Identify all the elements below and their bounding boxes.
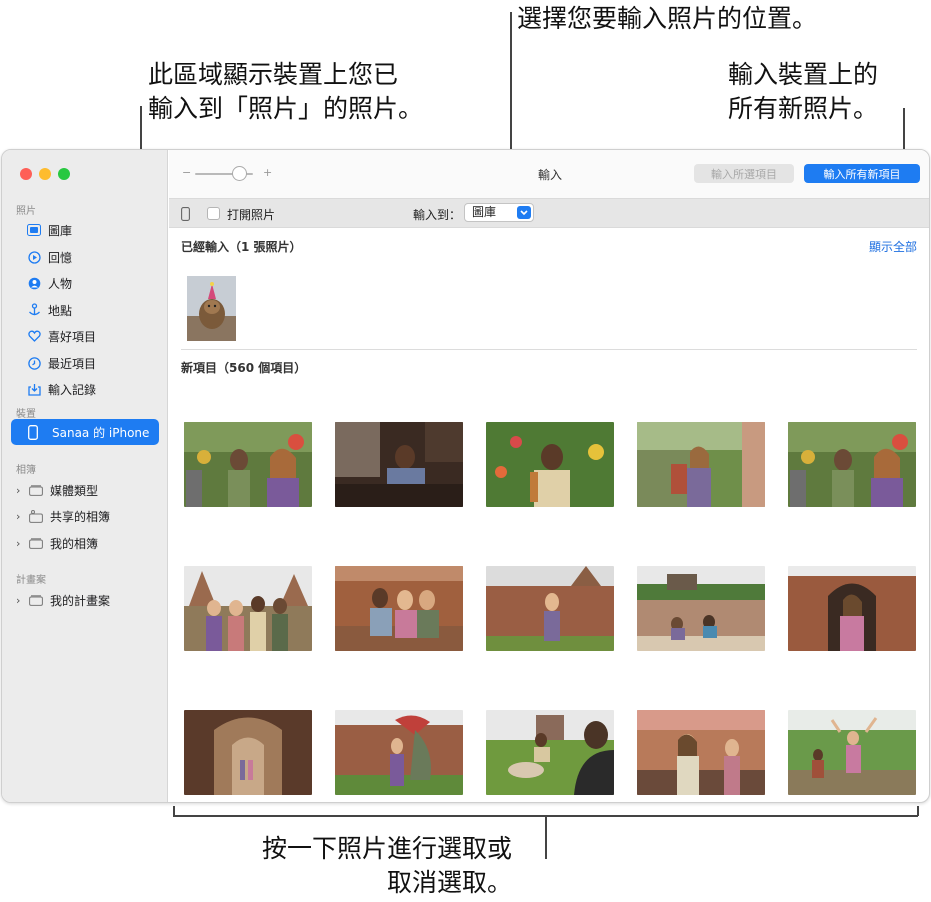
chevron-right-icon[interactable]: › (16, 537, 26, 550)
clock-icon (26, 355, 42, 371)
photo-thumbnail[interactable] (486, 710, 614, 795)
chevron-down-icon (517, 206, 531, 219)
sidebar-item-label: 我的計畫案 (50, 593, 111, 608)
imported-photo-thumbnail[interactable] (187, 276, 236, 341)
sidebar-section-photos: 照片 (16, 206, 36, 217)
callout-import-destination: 選擇您要輸入照片的位置。 (517, 4, 818, 33)
sidebar-item-label: 媒體類型 (50, 483, 99, 498)
import-destination-value: 圖庫 (472, 205, 497, 219)
photo-thumbnail[interactable] (637, 710, 765, 795)
callout-line-bottom (545, 815, 547, 859)
sidebar-item-favorites[interactable]: 喜好項目 (26, 325, 96, 347)
zoom-slider-knob[interactable] (232, 166, 247, 181)
sidebar-item-shared-albums[interactable]: › 共享的相簿 (16, 505, 110, 527)
callout-select-photos: 按一下照片進行選取或 取消選取。 (262, 832, 512, 900)
import-selected-button[interactable]: 輸入所選項目 (694, 164, 794, 183)
sidebar-item-label: 最近項目 (48, 356, 97, 371)
import-options-bar: 打開照片 輸入到： 圖庫 (169, 198, 929, 228)
photo-thumbnail[interactable] (637, 422, 765, 507)
import-to-label: 輸入到： (413, 208, 462, 222)
photo-thumbnail[interactable] (184, 422, 312, 507)
sidebar-item-label: 共享的相簿 (50, 509, 111, 524)
photo-thumbnail[interactable] (335, 566, 463, 651)
sidebar-item-library[interactable]: 圖庫 (26, 219, 72, 241)
sidebar-item-label: 人物 (48, 276, 73, 291)
callout-select-photos-line1: 按一下照片進行選取或 (262, 834, 513, 863)
sidebar-item-imports[interactable]: 輸入記錄 (26, 378, 96, 400)
close-window-button[interactable] (20, 168, 32, 180)
iphone-icon (28, 424, 44, 440)
section-divider (181, 349, 917, 350)
library-icon (26, 222, 42, 238)
memories-icon (26, 249, 42, 265)
zoom-out-icon[interactable]: − (182, 166, 191, 179)
import-all-new-button[interactable]: 輸入所有新項目 (804, 164, 920, 183)
sidebar-item-my-projects[interactable]: › 我的計畫案 (16, 589, 110, 611)
zoom-window-button[interactable] (58, 168, 70, 180)
chevron-right-icon[interactable]: › (16, 484, 26, 497)
photo-thumbnail[interactable] (788, 422, 916, 507)
chevron-right-icon[interactable]: › (16, 510, 26, 523)
people-icon (26, 275, 42, 291)
toolbar-title: 輸入 (538, 168, 563, 182)
sidebar-item-media-types[interactable]: › 媒體類型 (16, 479, 98, 501)
callout-import-all-line1: 輸入裝置上的 (728, 60, 879, 89)
sidebar: 照片 圖庫 回憶 人物 地點 喜好項目 最近項目 輸入記錄 裝置 Sanaa 的… (2, 150, 168, 802)
callout-already-imported-line2: 輸入到「照片」的照片。 (148, 94, 424, 123)
callout-bracket-bottom-right (917, 806, 919, 816)
toolbar: − + 輸入 輸入所選項目 輸入所有新項目 (169, 150, 929, 198)
sidebar-item-people[interactable]: 人物 (26, 272, 72, 294)
sidebar-item-places[interactable]: 地點 (26, 299, 72, 321)
photo-thumbnail[interactable] (184, 566, 312, 651)
show-all-link[interactable]: 顯示全部 (869, 238, 917, 255)
sidebar-item-device-iphone[interactable]: Sanaa 的 iPhone (11, 419, 159, 445)
sidebar-item-memories[interactable]: 回憶 (26, 246, 72, 268)
photo-thumbnail[interactable] (184, 710, 312, 795)
sidebar-item-label: Sanaa 的 iPhone (52, 425, 150, 440)
open-photos-checkbox[interactable] (207, 207, 220, 220)
sidebar-item-label: 圖庫 (48, 223, 73, 238)
photo-thumbnail[interactable] (335, 422, 463, 507)
sidebar-item-label: 喜好項目 (48, 329, 97, 344)
new-items-heading: 新項目（560 個項目） (181, 361, 307, 375)
sidebar-item-my-albums[interactable]: › 我的相簿 (16, 532, 98, 554)
sidebar-item-label: 我的相簿 (50, 536, 99, 551)
import-destination-select[interactable]: 圖庫 (464, 203, 534, 222)
zoom-in-icon[interactable]: + (263, 166, 272, 179)
photo-thumbnail[interactable] (788, 566, 916, 651)
folder-icon (28, 592, 44, 608)
sidebar-item-recents[interactable]: 最近項目 (26, 352, 96, 374)
heart-icon (26, 328, 42, 344)
callout-select-photos-line2: 取消選取。 (387, 868, 513, 897)
photo-thumbnail[interactable] (486, 422, 614, 507)
places-icon (26, 302, 42, 318)
sidebar-item-label: 輸入記錄 (48, 382, 97, 397)
photo-thumbnail[interactable] (486, 566, 614, 651)
callout-bracket-bottom-left (173, 806, 175, 816)
main-content: − + 輸入 輸入所選項目 輸入所有新項目 打開照片 輸入到： 圖庫 已經輸入（… (169, 150, 929, 802)
photo-thumbnail[interactable] (637, 566, 765, 651)
minimize-window-button[interactable] (39, 168, 51, 180)
sidebar-item-label: 地點 (48, 303, 73, 318)
chevron-right-icon[interactable]: › (16, 594, 26, 607)
sidebar-section-devices: 裝置 (16, 409, 36, 420)
sidebar-item-label: 回憶 (48, 250, 73, 265)
photo-thumbnail[interactable] (335, 710, 463, 795)
folder-icon (28, 535, 44, 551)
photo-thumbnail[interactable] (788, 710, 916, 795)
callout-import-all-line2: 所有新照片。 (728, 94, 879, 123)
sidebar-section-projects: 計畫案 (16, 575, 46, 586)
open-photos-label: 打開照片 (227, 208, 276, 222)
already-imported-heading: 已經輸入（1 張照片） (181, 240, 302, 254)
photos-window: 照片 圖庫 回憶 人物 地點 喜好項目 最近項目 輸入記錄 裝置 Sanaa 的… (1, 149, 930, 803)
sidebar-section-albums: 相簿 (16, 465, 36, 476)
import-icon (26, 381, 42, 397)
callout-import-all: 輸入裝置上的 所有新照片。 (728, 58, 878, 126)
callout-already-imported-line1: 此區域顯示裝置上您已 (148, 60, 399, 89)
folder-icon (28, 482, 44, 498)
shared-folder-icon (28, 508, 44, 524)
callout-already-imported: 此區域顯示裝置上您已 輸入到「照片」的照片。 (148, 58, 423, 126)
iphone-icon (181, 206, 190, 225)
